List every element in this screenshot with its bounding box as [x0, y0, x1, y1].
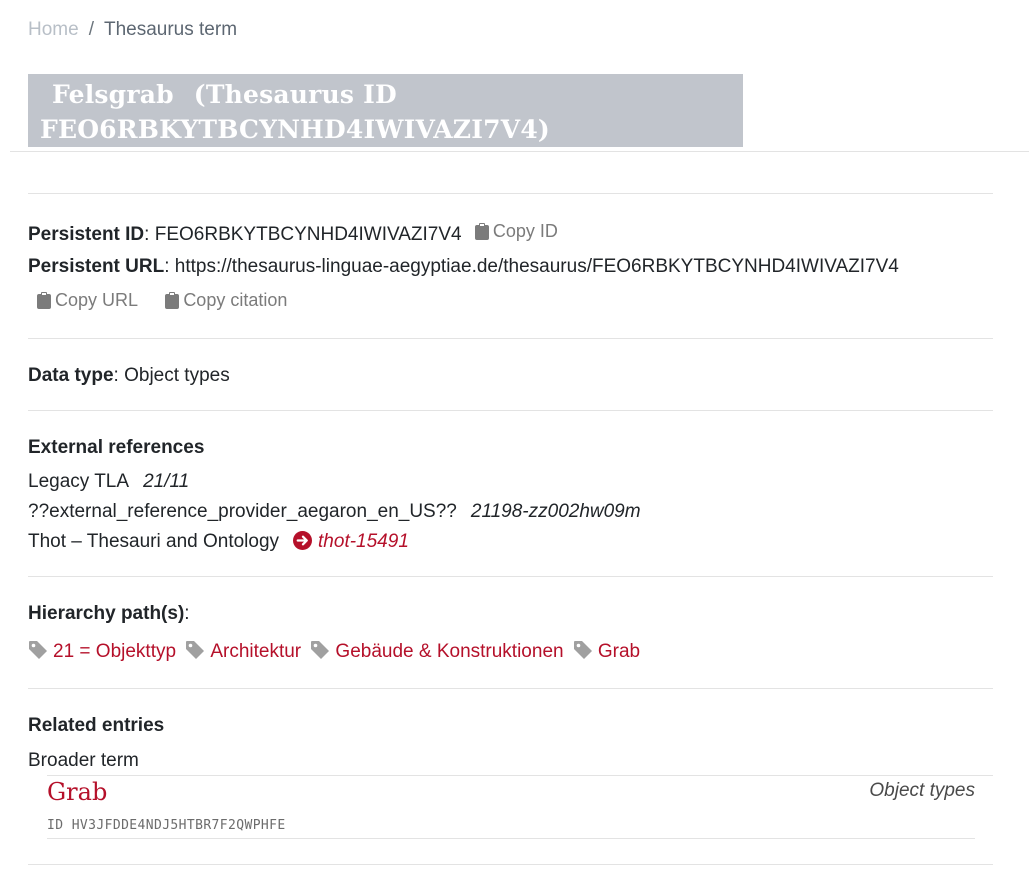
- related-entry-card: Grab Object types ID HV3JFDDE4NDJ5HTBR7F…: [47, 776, 975, 838]
- page-title: Felsgrab (Thesaurus ID FEO6RBKYTBCYNHD4IW…: [40, 77, 731, 147]
- copy-buttons-row: Copy URL Copy citation: [37, 290, 287, 315]
- related-entry-divider: [47, 838, 975, 839]
- arrow-circle-right-icon: [293, 531, 313, 550]
- hierarchy-link-label: Grab: [597, 641, 641, 662]
- breadcrumb: Home / Thesaurus term: [28, 19, 237, 41]
- external-reference-link-label: thot-15491: [318, 531, 409, 552]
- section-divider: [28, 338, 993, 339]
- title-divider: [10, 151, 1029, 152]
- related-entry-lemma-link[interactable]: Grab: [47, 778, 107, 806]
- hierarchy-link[interactable]: Grab: [573, 641, 640, 662]
- clipboard-icon: [474, 223, 489, 240]
- related-entry-id: ID HV3JFDDE4NDJ5HTBR7F2QWPHFE: [47, 818, 286, 833]
- hierarchy-link[interactable]: Architektur: [185, 641, 301, 662]
- breadcrumb-separator: /: [88, 19, 94, 40]
- external-reference-item: Thot – Thesauri and Ontology thot-15491: [28, 531, 409, 553]
- section-divider: [28, 193, 993, 194]
- section-divider: [28, 688, 993, 689]
- related-entry-id-label: ID: [47, 818, 64, 833]
- clipboard-icon: [37, 292, 51, 309]
- clipboard-icon: [165, 292, 180, 309]
- section-divider: [28, 410, 993, 411]
- copy-url-label: Copy URL: [55, 290, 139, 310]
- data-type-label: Data type: [28, 365, 114, 386]
- external-reference-provider: Thot – Thesauri and Ontology: [28, 531, 280, 552]
- persistent-id-label: Persistent ID: [28, 224, 145, 245]
- external-reference-item: Legacy TLA 21/11: [28, 471, 189, 493]
- section-divider: [28, 864, 993, 865]
- tag-icon: [310, 640, 330, 660]
- tag-icon: [573, 640, 593, 660]
- page-title-lemma: Felsgrab: [52, 80, 174, 109]
- related-entries-title: Related entries: [28, 715, 165, 736]
- breadcrumb-home-link[interactable]: Home: [28, 19, 79, 40]
- tag-icon: [28, 640, 48, 660]
- hierarchy-title: Hierarchy path(s):: [28, 603, 190, 624]
- hierarchy-title-text: Hierarchy path(s): [28, 603, 185, 624]
- hierarchy-path: 21 = Objekttyp Architektur Gebäude & Kon…: [28, 640, 644, 663]
- related-entry-id-value: HV3JFDDE4NDJ5HTBR7F2QWPHFE: [71, 818, 286, 833]
- hierarchy-link-label: Gebäude & Konstruktionen: [335, 641, 564, 662]
- data-type-value: Object types: [124, 365, 230, 386]
- page-title-banner: Felsgrab (Thesaurus ID FEO6RBKYTBCYNHD4IW…: [28, 74, 743, 147]
- copy-citation-button[interactable]: Copy citation: [165, 290, 287, 311]
- broader-term-label: Broader term: [28, 750, 139, 771]
- persistent-url-value: https://thesaurus-linguae-aegyptiae.de/t…: [174, 256, 899, 277]
- copy-url-button[interactable]: Copy URL: [37, 290, 138, 311]
- copy-citation-label: Copy citation: [183, 290, 288, 310]
- hierarchy-link-label: Architektur: [210, 641, 302, 662]
- external-reference-id: 21/11: [143, 471, 190, 492]
- external-references-title: External references: [28, 437, 205, 458]
- persistent-url-row: Persistent URL: https://thesaurus-lingua…: [28, 256, 899, 277]
- external-reference-id: 21198-zz002hw09m: [470, 501, 641, 522]
- section-divider: [28, 576, 993, 577]
- hierarchy-link[interactable]: 21 = Objekttyp: [28, 641, 176, 662]
- external-reference-provider: ??external_reference_provider_aegaron_en…: [28, 501, 457, 522]
- persistent-id-row: Persistent ID: FEO6RBKYTBCYNHD4IWIVAZI7V…: [28, 221, 558, 245]
- breadcrumb-current: Thesaurus term: [103, 19, 238, 40]
- external-reference-provider: Legacy TLA: [28, 471, 130, 492]
- copy-id-button[interactable]: Copy ID: [474, 221, 558, 242]
- external-reference-link[interactable]: thot-15491: [293, 531, 409, 552]
- hierarchy-link[interactable]: Gebäude & Konstruktionen: [310, 640, 564, 662]
- tag-icon: [185, 640, 205, 660]
- persistent-url-label: Persistent URL: [28, 256, 165, 277]
- related-entry-type: Object types: [869, 780, 975, 801]
- hierarchy-link-label: 21 = Objekttyp: [53, 641, 177, 662]
- copy-id-label: Copy ID: [492, 221, 558, 241]
- data-type-row: Data type: Object types: [28, 365, 230, 386]
- persistent-id-value: FEO6RBKYTBCYNHD4IWIVAZI7V4: [154, 224, 462, 245]
- external-reference-item: ??external_reference_provider_aegaron_en…: [28, 501, 641, 523]
